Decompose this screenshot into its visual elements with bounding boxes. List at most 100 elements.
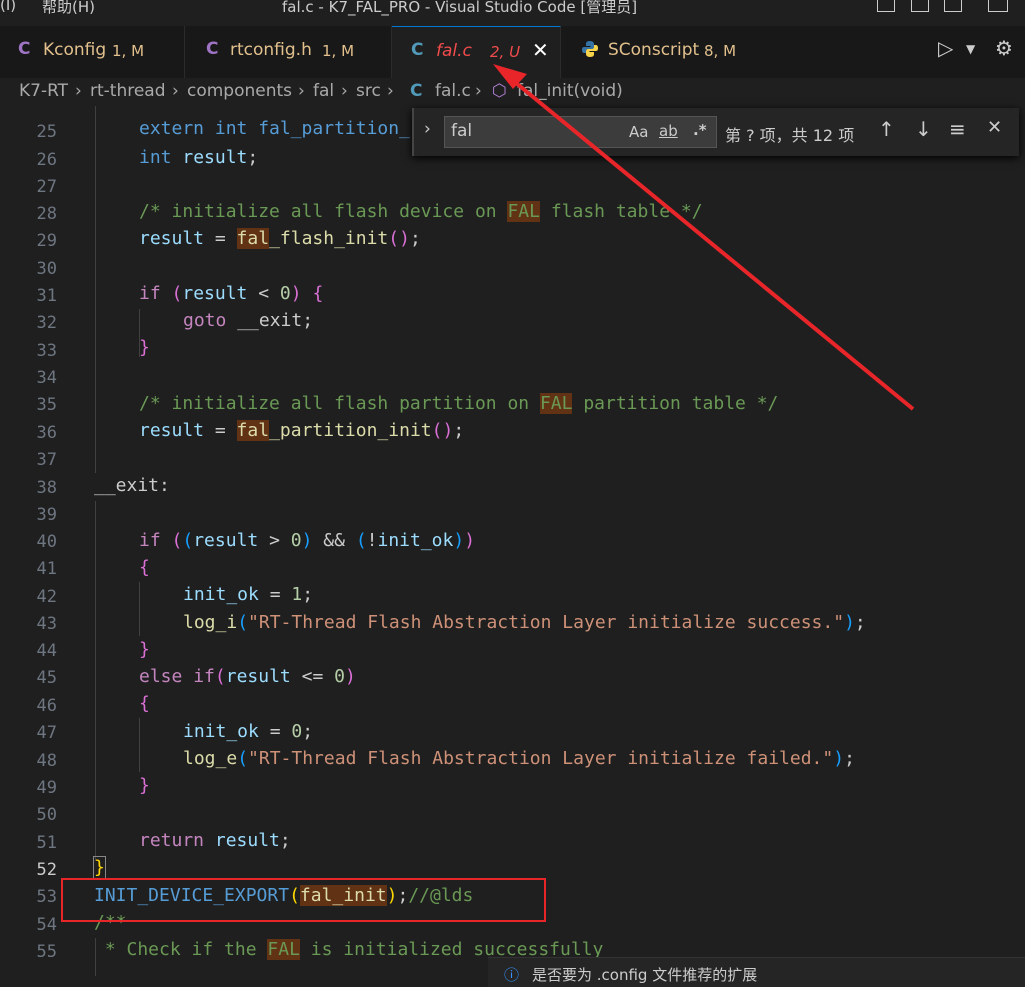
- toggle-sidebar-icon[interactable]: [877, 0, 895, 12]
- line-number: 31: [36, 286, 57, 306]
- breadcrumb-item[interactable]: fal_init(void): [517, 81, 623, 101]
- line-number: 46: [36, 696, 57, 716]
- line-number: 33: [36, 341, 57, 361]
- code-line-46: {: [139, 693, 150, 714]
- code-line-28: /* initialize all flash device on FAL fl…: [139, 201, 703, 222]
- tab-rtconfig[interactable]: C rtconfig.h 1, M: [185, 26, 392, 78]
- line-number: 32: [36, 313, 57, 333]
- breadcrumb-item[interactable]: rt-thread: [90, 81, 166, 101]
- code-line-43: log_i("RT-Thread Flash Abstraction Layer…: [183, 612, 866, 633]
- line-number-current: 52: [36, 860, 57, 880]
- chevron-right-icon: ›: [298, 81, 305, 101]
- arrow-down-icon[interactable]: ↓: [915, 117, 932, 141]
- close-icon[interactable]: ✕: [532, 38, 549, 62]
- breadcrumb-item[interactable]: fal.c: [435, 81, 471, 101]
- code-line-41: {: [139, 557, 150, 578]
- title-bar: (I) 帮助(H) fal.c - K7_FAL_PRO - Visual St…: [0, 0, 1025, 26]
- regex-icon[interactable]: .*: [693, 121, 707, 139]
- tab-kconfig[interactable]: C Kconfig 1, M: [0, 26, 185, 78]
- code-line-47: init_ok = 0;: [183, 721, 314, 742]
- chevron-right-icon: ›: [475, 81, 482, 101]
- find-widget: › fal Aa ab .* 第 ? 项，共 12 项 ↑ ↓ ≡ ✕: [412, 108, 1019, 156]
- chevron-right-icon: ›: [387, 81, 394, 101]
- indent-guide: [139, 718, 140, 772]
- python-file-icon: [581, 40, 599, 63]
- line-number: 53: [36, 887, 57, 907]
- info-icon: ⓘ: [504, 966, 520, 984]
- line-number: 34: [36, 368, 57, 388]
- line-number: 55: [36, 942, 57, 962]
- code-editor[interactable]: 25 26 27 28 29 30 31 32 33 34 35 36 37 3…: [0, 106, 1025, 976]
- editor-tab-bar: C Kconfig 1, M C rtconfig.h 1, M C fal.c…: [0, 26, 1025, 79]
- tab-status: 8, M: [704, 42, 737, 60]
- chevron-right-icon: ›: [341, 81, 348, 101]
- line-number: 44: [36, 641, 57, 661]
- code-line-48: log_e("RT-Thread Flash Abstraction Layer…: [183, 748, 855, 769]
- window-title: fal.c - K7_FAL_PRO - Visual Studio Code …: [282, 0, 638, 16]
- run-debug-icon[interactable]: ▷: [938, 36, 953, 60]
- indent-guide: [95, 501, 96, 861]
- code-line-49: }: [139, 775, 150, 796]
- chevron-right-icon: ›: [75, 81, 82, 101]
- line-number: 41: [36, 559, 57, 579]
- code-line-33: }: [139, 337, 150, 358]
- find-in-selection-icon[interactable]: ≡: [949, 117, 966, 141]
- menu-item-help[interactable]: 帮助(H): [42, 0, 95, 17]
- find-result-count: 第 ? 项，共 12 项: [725, 126, 855, 145]
- code-line-35: /* initialize all flash partition on FAL…: [139, 393, 779, 414]
- c-file-icon: C: [411, 40, 424, 60]
- tab-label: rtconfig.h: [230, 40, 312, 60]
- gear-icon[interactable]: ⚙: [995, 36, 1013, 60]
- line-number: 27: [36, 177, 57, 197]
- line-number: 45: [36, 668, 57, 688]
- code-line-32: goto __exit;: [183, 310, 314, 331]
- line-number: 30: [36, 259, 57, 279]
- breadcrumb-item[interactable]: fal: [313, 81, 334, 101]
- tab-label: SConscript: [608, 40, 700, 60]
- line-number: 49: [36, 778, 57, 798]
- close-icon[interactable]: ✕: [987, 117, 1002, 138]
- code-line-31: if (result < 0) {: [139, 283, 324, 304]
- code-line-36: result = fal_partition_init();: [139, 420, 465, 441]
- highlight-box: [61, 878, 546, 922]
- line-number: 51: [36, 833, 57, 853]
- toggle-secondary-sidebar-icon[interactable]: [944, 0, 962, 12]
- line-number: 50: [36, 805, 57, 825]
- tab-label: Kconfig: [43, 40, 107, 60]
- breadcrumb-item[interactable]: K7-RT: [19, 81, 68, 101]
- line-number: 29: [36, 231, 57, 251]
- menu-item-partial[interactable]: (I): [0, 0, 16, 14]
- chevron-down-icon[interactable]: ▼: [966, 42, 975, 56]
- tab-status: 2, U: [490, 43, 521, 61]
- breadcrumb: K7-RT › rt-thread › components › fal › s…: [0, 78, 1025, 106]
- tab-sconscript[interactable]: SConscript 8, M: [561, 26, 761, 78]
- toggle-panel-icon[interactable]: [911, 0, 929, 12]
- whole-word-icon[interactable]: ab: [659, 122, 678, 140]
- arrow-up-icon[interactable]: ↑: [878, 117, 895, 141]
- code-line-29: result = fal_flash_init();: [139, 228, 421, 249]
- c-file-icon: C: [18, 39, 31, 59]
- chevron-right-icon: ›: [172, 81, 179, 101]
- code-line-51: return result;: [139, 830, 291, 851]
- line-number: 25: [36, 122, 57, 142]
- chevron-right-icon[interactable]: ›: [424, 119, 431, 139]
- code-line-26: int result;: [139, 147, 259, 168]
- c-file-icon: C: [206, 39, 219, 59]
- line-number: 37: [36, 450, 57, 470]
- line-number: 42: [36, 587, 57, 607]
- indent-guide: [95, 106, 96, 473]
- match-case-icon[interactable]: Aa: [629, 123, 648, 141]
- line-number: 39: [36, 505, 57, 525]
- breadcrumb-item[interactable]: components: [187, 81, 292, 101]
- line-number: 26: [36, 150, 57, 170]
- line-number: 35: [36, 395, 57, 415]
- tab-status: 1, M: [112, 42, 145, 60]
- code-line-40: if ((result > 0) && (!init_ok)): [139, 530, 476, 551]
- breadcrumb-item[interactable]: src: [356, 81, 381, 101]
- code-line-38: __exit:: [94, 475, 170, 496]
- line-number: 38: [36, 478, 57, 498]
- customize-layout-icon[interactable]: [988, 0, 1008, 12]
- find-input[interactable]: fal Aa ab .*: [444, 116, 717, 148]
- tab-fal-c[interactable]: C fal.c 2, U ✕: [392, 26, 561, 78]
- notification-toast[interactable]: ⓘ 是否要为 .config 文件推荐的扩展: [488, 957, 1025, 987]
